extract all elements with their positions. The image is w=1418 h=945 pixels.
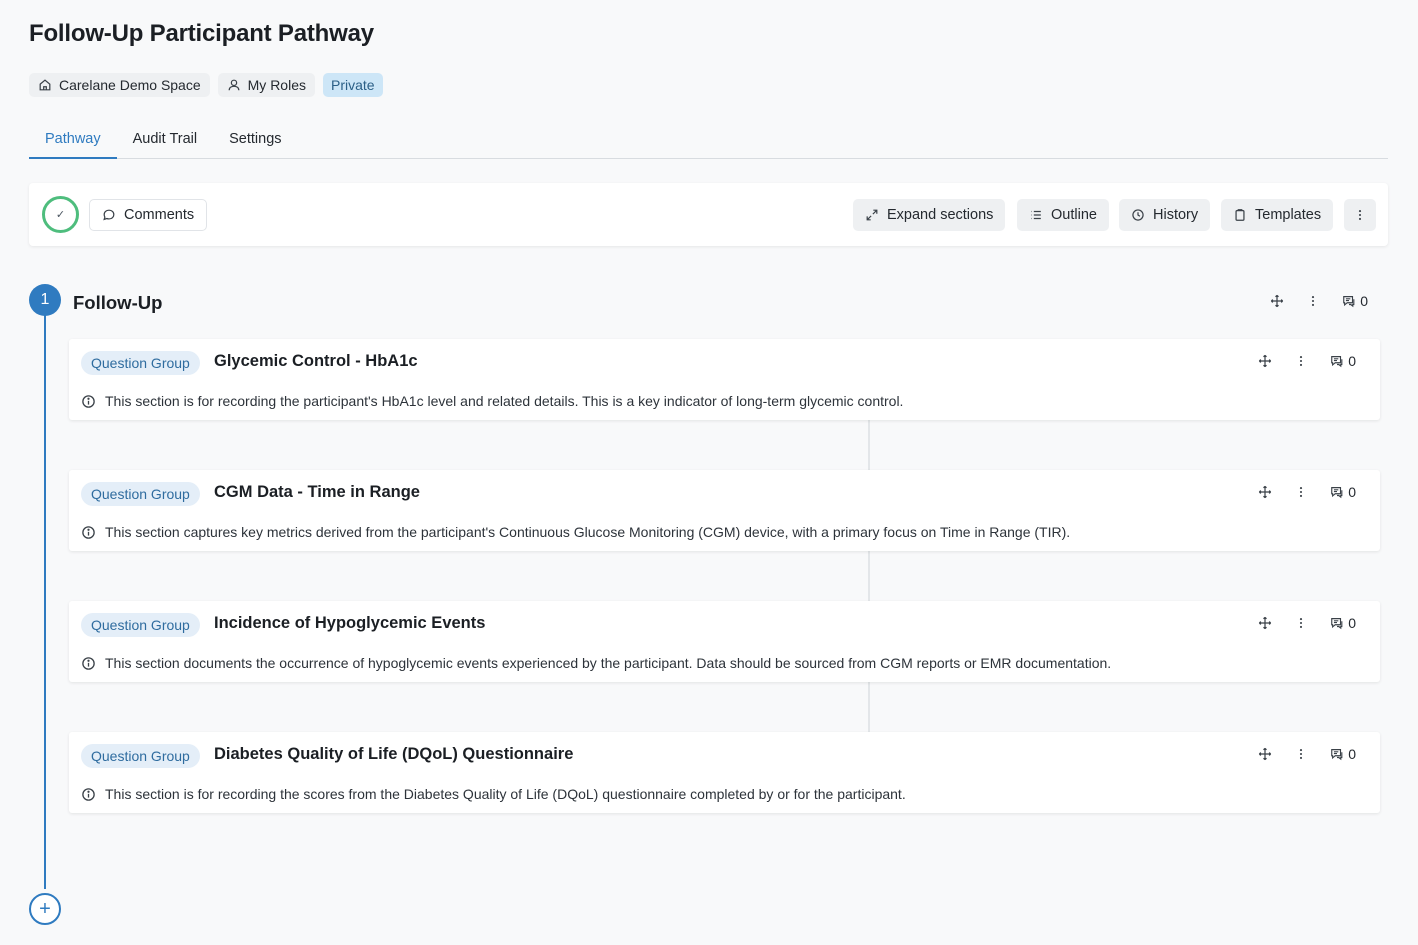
question-group-tag: Question Group bbox=[81, 613, 200, 637]
tab-settings[interactable]: Settings bbox=[213, 120, 297, 159]
card-title: CGM Data - Time in Range bbox=[214, 483, 420, 501]
roles-chip-label: My Roles bbox=[247, 77, 306, 93]
card-actions: 0 bbox=[1258, 746, 1356, 762]
comment-icon bbox=[103, 209, 115, 221]
question-group-card[interactable]: Question Group Diabetes Quality of Life … bbox=[69, 732, 1380, 813]
card-title: Incidence of Hypoglycemic Events bbox=[214, 614, 486, 632]
drag-handle-icon[interactable] bbox=[1258, 353, 1272, 369]
comments-icon bbox=[1331, 749, 1343, 761]
timeline-line bbox=[44, 314, 46, 889]
question-group-tag: Question Group bbox=[81, 351, 200, 375]
section-menu-icon[interactable] bbox=[1306, 293, 1320, 309]
question-group-tag: Question Group bbox=[81, 744, 200, 768]
roles-chip[interactable]: My Roles bbox=[217, 73, 315, 97]
comments-icon bbox=[1331, 356, 1343, 368]
history-label: History bbox=[1153, 207, 1199, 223]
info-icon bbox=[82, 525, 95, 539]
list-icon bbox=[1031, 210, 1041, 220]
card-comment-count-value: 0 bbox=[1348, 746, 1356, 762]
card-description: This section captures key metrics derive… bbox=[81, 524, 1070, 540]
section-comment-count[interactable]: 0 bbox=[1342, 293, 1368, 309]
tab-audit-trail[interactable]: Audit Trail bbox=[117, 120, 213, 159]
card-connector bbox=[868, 420, 870, 470]
info-icon bbox=[82, 656, 95, 670]
card-connector bbox=[868, 682, 870, 732]
question-group-card[interactable]: Question Group CGM Data - Time in Range … bbox=[69, 470, 1380, 551]
card-actions: 0 bbox=[1258, 353, 1356, 369]
drag-handle-icon[interactable] bbox=[1258, 746, 1272, 762]
comments-icon bbox=[1331, 487, 1343, 499]
question-group-card[interactable]: Question Group Incidence of Hypoglycemic… bbox=[69, 601, 1380, 682]
card-menu-icon[interactable] bbox=[1294, 353, 1308, 369]
card-menu-icon[interactable] bbox=[1294, 746, 1308, 762]
card-comment-count-value: 0 bbox=[1348, 353, 1356, 369]
card-comment-count[interactable]: 0 bbox=[1330, 746, 1356, 762]
history-button[interactable]: History bbox=[1119, 199, 1211, 231]
outline-label: Outline bbox=[1051, 207, 1097, 223]
card-description-text: This section is for recording the scores… bbox=[105, 786, 906, 802]
card-comment-count[interactable]: 0 bbox=[1330, 484, 1356, 500]
card-description-text: This section documents the occurrence of… bbox=[105, 655, 1112, 671]
section-comment-count-value: 0 bbox=[1360, 293, 1368, 309]
question-group-card[interactable]: Question Group Glycemic Control - HbA1c … bbox=[69, 339, 1380, 420]
comments-icon bbox=[1331, 618, 1343, 630]
space-chip-label: Carelane Demo Space bbox=[59, 77, 201, 93]
info-icon bbox=[82, 394, 95, 408]
drag-handle-icon[interactable] bbox=[1258, 615, 1272, 631]
card-title: Diabetes Quality of Life (DQoL) Question… bbox=[214, 745, 574, 763]
question-group-tag: Question Group bbox=[81, 482, 200, 506]
privacy-badge[interactable]: Private bbox=[323, 73, 383, 97]
card-description-text: This section is for recording the partic… bbox=[105, 393, 904, 409]
tab-bar: Pathway Audit Trail Settings bbox=[29, 120, 1388, 159]
expand-sections-label: Expand sections bbox=[887, 207, 994, 223]
user-icon bbox=[228, 79, 240, 91]
clock-icon bbox=[1132, 209, 1144, 221]
privacy-badge-label: Private bbox=[331, 77, 375, 93]
card-actions: 0 bbox=[1258, 615, 1356, 631]
outline-button[interactable]: Outline bbox=[1017, 199, 1109, 231]
info-icon bbox=[82, 787, 95, 801]
add-section-button[interactable]: + bbox=[29, 893, 61, 925]
tab-pathway[interactable]: Pathway bbox=[29, 120, 117, 159]
space-chip[interactable]: Carelane Demo Space bbox=[29, 73, 210, 97]
drag-handle-icon[interactable] bbox=[1258, 484, 1272, 500]
card-description-text: This section captures key metrics derive… bbox=[105, 524, 1071, 540]
card-actions: 0 bbox=[1258, 484, 1356, 500]
comments-button-label: Comments bbox=[124, 207, 195, 223]
status-check-icon[interactable]: ✓ bbox=[42, 196, 79, 233]
drag-handle-icon[interactable] bbox=[1270, 293, 1284, 309]
section-title: Follow-Up bbox=[73, 292, 163, 313]
card-title: Glycemic Control - HbA1c bbox=[214, 352, 418, 370]
card-comment-count-value: 0 bbox=[1348, 615, 1356, 631]
card-description: This section is for recording the partic… bbox=[81, 393, 903, 409]
clipboard-icon bbox=[1235, 209, 1245, 221]
expand-arrows-icon bbox=[866, 209, 878, 221]
expand-sections-button[interactable]: Expand sections bbox=[853, 199, 1006, 231]
vertical-dots-icon bbox=[1358, 210, 1362, 220]
card-comment-count-value: 0 bbox=[1348, 484, 1356, 500]
breadcrumb-chips: Carelane Demo Space My Roles Private bbox=[29, 73, 383, 97]
card-comment-count[interactable]: 0 bbox=[1330, 353, 1356, 369]
card-menu-icon[interactable] bbox=[1294, 484, 1308, 500]
page-title: Follow-Up Participant Pathway bbox=[29, 20, 374, 47]
card-menu-icon[interactable] bbox=[1294, 615, 1308, 631]
section-actions: 0 bbox=[1270, 293, 1368, 309]
comments-icon bbox=[1343, 296, 1355, 308]
templates-button[interactable]: Templates bbox=[1221, 199, 1334, 231]
comments-button[interactable]: Comments bbox=[89, 199, 208, 231]
more-options-button[interactable] bbox=[1344, 199, 1376, 231]
card-description: This section is for recording the scores… bbox=[81, 786, 906, 802]
card-description: This section documents the occurrence of… bbox=[81, 655, 1111, 671]
pathway-toolbar: ✓ Comments Expand sections Outline Histo… bbox=[29, 183, 1388, 246]
section-number-badge: 1 bbox=[29, 284, 61, 316]
card-connector bbox=[868, 551, 870, 601]
card-comment-count[interactable]: 0 bbox=[1330, 615, 1356, 631]
home-icon bbox=[39, 79, 51, 91]
templates-label: Templates bbox=[1255, 207, 1322, 223]
